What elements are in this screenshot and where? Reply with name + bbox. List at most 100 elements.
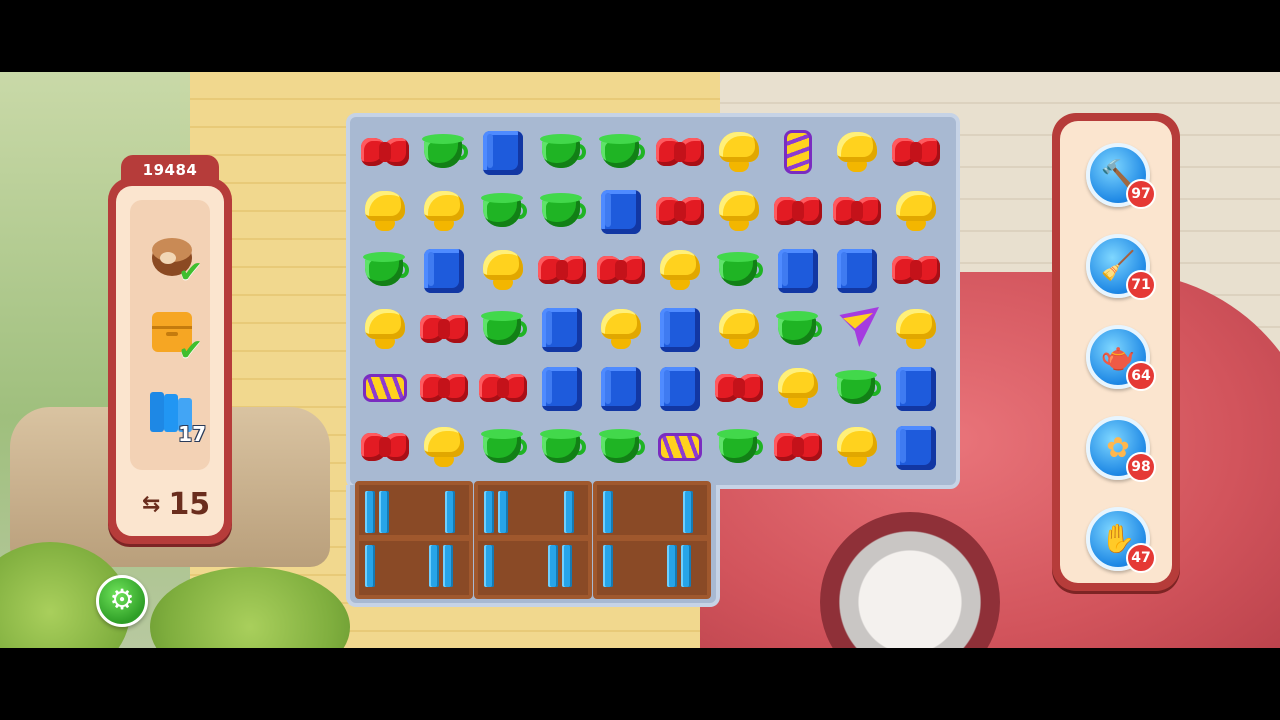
paper-plane-piece: [833, 305, 881, 353]
book-piece: [420, 246, 468, 294]
booster-count-badge: 98: [1126, 452, 1156, 482]
rocket-horizontal-piece: [656, 423, 704, 471]
booster-broom[interactable]: 🧹 71: [1086, 234, 1156, 300]
book-piece: [479, 128, 527, 176]
board-tile[interactable]: [829, 360, 885, 416]
board-tile[interactable]: [475, 301, 531, 357]
cup-piece: [538, 128, 586, 176]
board-tile[interactable]: [888, 419, 944, 475]
bow-piece: [597, 246, 645, 294]
bookshelf[interactable]: [355, 481, 473, 599]
booster-glove[interactable]: ✋ 47: [1086, 507, 1156, 573]
board-tile[interactable]: [711, 124, 767, 180]
board-tile[interactable]: [770, 301, 826, 357]
board-tile[interactable]: [652, 301, 708, 357]
board-tile[interactable]: [593, 124, 649, 180]
board-tile[interactable]: [770, 124, 826, 180]
book-piece: [538, 364, 586, 412]
board-tile[interactable]: [534, 419, 590, 475]
board-tile[interactable]: [888, 360, 944, 416]
bow-piece: [892, 128, 940, 176]
booster-fan[interactable]: ✿ 98: [1086, 416, 1156, 482]
shelf-book: [681, 545, 691, 587]
shelf-book: [548, 545, 558, 587]
bookshelf[interactable]: [593, 481, 711, 599]
board-tile[interactable]: [829, 124, 885, 180]
board-tile[interactable]: [357, 301, 413, 357]
board-tile[interactable]: [829, 301, 885, 357]
board-tile[interactable]: [416, 419, 472, 475]
board-tile[interactable]: [888, 183, 944, 239]
board-tile[interactable]: [534, 183, 590, 239]
bow-piece: [715, 364, 763, 412]
board-tile[interactable]: [652, 124, 708, 180]
board-tile[interactable]: [711, 183, 767, 239]
lamp-piece: [833, 128, 881, 176]
board-tile[interactable]: [711, 301, 767, 357]
bow-piece: [892, 246, 940, 294]
settings-button[interactable]: ⚙: [96, 575, 148, 627]
board-tile[interactable]: [534, 360, 590, 416]
goal-nut: ✔: [146, 228, 206, 288]
moves-counter: ⇆ 15: [142, 484, 222, 524]
board-tile[interactable]: [475, 183, 531, 239]
shelf-book: [562, 545, 572, 587]
board-tile[interactable]: [475, 419, 531, 475]
board-tile[interactable]: [593, 360, 649, 416]
board-tile[interactable]: [829, 419, 885, 475]
board-tile[interactable]: [475, 360, 531, 416]
book-piece: [597, 364, 645, 412]
board-tile[interactable]: [888, 301, 944, 357]
booster-count-badge: 47: [1126, 543, 1156, 573]
board-tile[interactable]: [652, 242, 708, 298]
board-tile[interactable]: [711, 419, 767, 475]
bow-piece: [656, 128, 704, 176]
shelf-book: [603, 491, 613, 533]
board-tile[interactable]: [357, 360, 413, 416]
board-tile[interactable]: [416, 124, 472, 180]
board-tile[interactable]: [888, 124, 944, 180]
board-tile[interactable]: [357, 419, 413, 475]
book-piece: [774, 246, 822, 294]
lamp-piece: [892, 187, 940, 235]
board-tile[interactable]: [416, 301, 472, 357]
board-tile[interactable]: [475, 124, 531, 180]
board-tile[interactable]: [711, 242, 767, 298]
board-tile[interactable]: [711, 360, 767, 416]
board-tile[interactable]: [593, 183, 649, 239]
board-tile[interactable]: [770, 183, 826, 239]
books-remaining-count: 17: [178, 422, 206, 446]
board-tile[interactable]: [357, 183, 413, 239]
cup-piece: [538, 423, 586, 471]
bookshelf[interactable]: [474, 481, 592, 599]
board-tile[interactable]: [829, 242, 885, 298]
board-tile[interactable]: [652, 183, 708, 239]
cup-piece: [479, 305, 527, 353]
board-tile[interactable]: [534, 301, 590, 357]
board-tile[interactable]: [593, 419, 649, 475]
board-tile[interactable]: [416, 242, 472, 298]
board-tile[interactable]: [652, 419, 708, 475]
letterbox-top: [0, 0, 1280, 72]
board-tile[interactable]: [475, 242, 531, 298]
board-tile[interactable]: [416, 360, 472, 416]
board-tile[interactable]: [357, 124, 413, 180]
board-tile[interactable]: [357, 242, 413, 298]
boosters-panel: 🔨 97 🧹 71 🫖 64 ✿ 98 ✋ 47: [1052, 113, 1180, 591]
book-piece: [833, 246, 881, 294]
board-tile[interactable]: [416, 183, 472, 239]
board-tile[interactable]: [593, 301, 649, 357]
board-tile[interactable]: [593, 242, 649, 298]
rocket-horizontal-piece: [361, 364, 409, 412]
board-tile[interactable]: [652, 360, 708, 416]
board-tile[interactable]: [770, 242, 826, 298]
board-tile[interactable]: [534, 242, 590, 298]
board-tile[interactable]: [770, 419, 826, 475]
booster-hammer[interactable]: 🔨 97: [1086, 143, 1156, 209]
booster-watering-can[interactable]: 🫖 64: [1086, 325, 1156, 391]
cup-piece: [774, 305, 822, 353]
board-tile[interactable]: [829, 183, 885, 239]
board-tile[interactable]: [770, 360, 826, 416]
board-tile[interactable]: [534, 124, 590, 180]
board-tile[interactable]: [888, 242, 944, 298]
